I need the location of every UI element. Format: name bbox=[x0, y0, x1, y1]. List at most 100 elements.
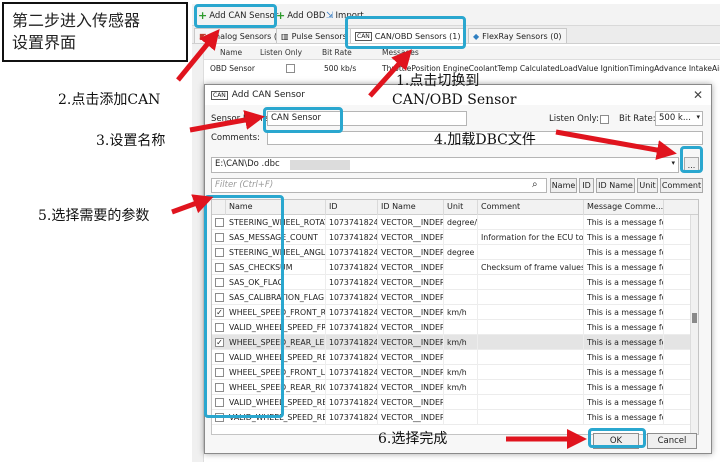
cell-id: 1073741824 bbox=[326, 215, 378, 230]
sensor-name-label: Sensor Name bbox=[211, 114, 268, 124]
signal-row[interactable]: SAS_MESSAGE_COUNT 1073741824 VECTOR__INDEP… bbox=[212, 230, 698, 245]
grid-scrollbar[interactable] bbox=[690, 215, 698, 434]
col-messages: Messages bbox=[382, 48, 419, 57]
add-obd-button[interactable]: + Add OBD bbox=[276, 8, 325, 23]
step4-text: 4.加载DBC文件 bbox=[434, 132, 536, 148]
highlight-parameters bbox=[204, 195, 284, 418]
cell-id: 1073741824 bbox=[326, 350, 378, 365]
cell-comment bbox=[478, 365, 584, 380]
cell-unit bbox=[444, 320, 478, 335]
col-id[interactable]: ID bbox=[326, 200, 378, 215]
cell-comment bbox=[478, 305, 584, 320]
cell-comment: Checksum of frame values; bbox=[478, 260, 584, 275]
search-icon[interactable]: ⌕ bbox=[532, 179, 538, 190]
col-unit[interactable]: Unit bbox=[444, 200, 478, 215]
highlight-can-obd-tab bbox=[345, 16, 466, 49]
cell-msg: This is a message fo bbox=[584, 260, 664, 275]
cell-unit bbox=[444, 290, 478, 305]
cell-comment bbox=[478, 410, 584, 425]
signal-row[interactable]: WHEEL_SPEED_FRONT_LE 1073741824 VECTOR__IN… bbox=[212, 365, 698, 380]
cell-unit: km/h bbox=[444, 365, 478, 380]
cell-id: 1073741824 bbox=[326, 230, 378, 245]
cell-id: 1073741824 bbox=[326, 395, 378, 410]
signal-row[interactable]: SAS_CALIBRATION_FLAG 1073741824 VECTOR__IN… bbox=[212, 290, 698, 305]
close-icon[interactable]: ✕ bbox=[693, 88, 703, 102]
cell-id: 1073741824 bbox=[326, 275, 378, 290]
signal-row[interactable]: VALID_WHEEL_SPEED_FR 1073741824 VECTOR__IN… bbox=[212, 320, 698, 335]
left-strip bbox=[192, 44, 204, 462]
filter-id-button[interactable]: ID bbox=[579, 178, 594, 193]
col-message-comment[interactable]: Message Comme... bbox=[584, 200, 664, 215]
cell-msg: This is a message fo bbox=[584, 335, 664, 350]
signal-row[interactable]: STEERING_WHEEL_ANGLE 1073741824 VECTOR__IN… bbox=[212, 245, 698, 260]
cell-idname: VECTOR__INDEP bbox=[378, 245, 444, 260]
bit-rate-select[interactable]: 500 k... ▾ bbox=[655, 111, 703, 126]
cell-unit bbox=[444, 275, 478, 290]
cell-comment bbox=[478, 275, 584, 290]
bit-rate-label: Bit Rate: bbox=[619, 114, 656, 124]
cell-msg: This is a message fo bbox=[584, 230, 664, 245]
chevron-down-icon: ▾ bbox=[671, 159, 675, 167]
signal-row[interactable]: VALID_WHEEL_SPEED_RE 1073741824 VECTOR__IN… bbox=[212, 410, 698, 425]
filter-id-name-button[interactable]: ID Name bbox=[596, 178, 635, 193]
bit-rate-value: 500 k... bbox=[659, 113, 691, 123]
cell-comment bbox=[478, 380, 584, 395]
listen-only-label: Listen Only: bbox=[549, 114, 599, 124]
cell-unit: km/h bbox=[444, 380, 478, 395]
cell-unit: km/h bbox=[444, 305, 478, 320]
cell-msg: This is a message fo bbox=[584, 215, 664, 230]
filter-name-button[interactable]: Name bbox=[550, 178, 577, 193]
cell-idname: VECTOR__INDEP bbox=[378, 230, 444, 245]
cell-id: 1073741824 bbox=[326, 245, 378, 260]
filter-comment-button[interactable]: Comment bbox=[660, 178, 703, 193]
cell-msg: This is a message fo bbox=[584, 410, 664, 425]
cell-comment bbox=[478, 395, 584, 410]
highlight-sensor-name bbox=[263, 107, 343, 133]
add-obd-label: Add OBD bbox=[287, 10, 326, 21]
intro-note-line1: 第二步进入传感器 bbox=[12, 11, 141, 30]
signal-row[interactable]: WHEEL_SPEED_REAR_RIG 1073741824 VECTOR__IN… bbox=[212, 380, 698, 395]
cell-unit bbox=[444, 410, 478, 425]
signal-row[interactable]: SAS_OK_FLAG 1073741824 VECTOR__INDEP This i… bbox=[212, 275, 698, 290]
scrollbar-thumb[interactable] bbox=[692, 313, 697, 323]
cell-unit bbox=[444, 230, 478, 245]
signal-row[interactable]: ✓ WHEEL_SPEED_FRONT_RI 1073741824 VECTOR__I… bbox=[212, 305, 698, 320]
cell-msg: This is a message fo bbox=[584, 245, 664, 260]
blurred-region bbox=[290, 160, 350, 170]
tab-label: FlexRay Sensors (0) bbox=[482, 31, 562, 41]
highlight-browse bbox=[680, 146, 703, 173]
cell-idname: VECTOR__INDEP bbox=[378, 410, 444, 425]
col-bit-rate: Bit Rate bbox=[322, 48, 352, 57]
signal-row[interactable]: ✓ WHEEL_SPEED_REAR_LEF 1073741824 VECTOR__I… bbox=[212, 335, 698, 350]
listen-only-checkbox[interactable] bbox=[286, 64, 295, 73]
dialog-title: Add CAN Sensor bbox=[231, 90, 305, 100]
signal-row[interactable]: VALID_WHEEL_SPEED_RE 1073741824 VECTOR__IN… bbox=[212, 395, 698, 410]
col-name: Name bbox=[220, 48, 243, 57]
cell-idname: VECTOR__INDEP bbox=[378, 395, 444, 410]
filter-input[interactable]: Filter (Ctrl+F) bbox=[211, 178, 547, 193]
col-id-name[interactable]: ID Name bbox=[378, 200, 444, 215]
signal-row[interactable]: VALID_WHEEL_SPEED_RE 1073741824 VECTOR__IN… bbox=[212, 350, 698, 365]
signal-row[interactable]: SAS_CHECKSUM 1073741824 VECTOR__INDEP Check… bbox=[212, 260, 698, 275]
step6-text: 6.选择完成 bbox=[378, 431, 448, 447]
col-comment[interactable]: Comment bbox=[478, 200, 584, 215]
step2-text: 2.点击添加CAN bbox=[58, 92, 161, 108]
cell-idname: VECTOR__INDEP bbox=[378, 215, 444, 230]
dbc-path-input[interactable]: E:\CAN\Do .dbc ▾ bbox=[211, 157, 679, 173]
intro-note: 第二步进入传感器 设置界面 bbox=[2, 2, 188, 62]
cancel-button[interactable]: Cancel bbox=[647, 433, 697, 449]
filter-unit-button[interactable]: Unit bbox=[637, 178, 658, 193]
cell-idname: VECTOR__INDEP bbox=[378, 335, 444, 350]
cell-msg: This is a message fo bbox=[584, 275, 664, 290]
can-icon: CAN bbox=[211, 90, 228, 100]
signal-row[interactable]: STEERING_WHEEL_ROTAT 1073741824 VECTOR__IN… bbox=[212, 215, 698, 230]
cell-comment bbox=[478, 215, 584, 230]
cell-id: 1073741824 bbox=[326, 410, 378, 425]
cell-comment bbox=[478, 245, 584, 260]
cell-id: 1073741824 bbox=[326, 335, 378, 350]
chevron-down-icon: ▾ bbox=[696, 113, 700, 121]
cell-msg: This is a message fo bbox=[584, 320, 664, 335]
tab-flexray-sensors[interactable]: ◆ FlexRay Sensors (0) bbox=[468, 28, 567, 43]
step1-line1: 1.点击切换到 bbox=[396, 73, 480, 89]
listen-only-checkbox[interactable] bbox=[600, 115, 609, 124]
